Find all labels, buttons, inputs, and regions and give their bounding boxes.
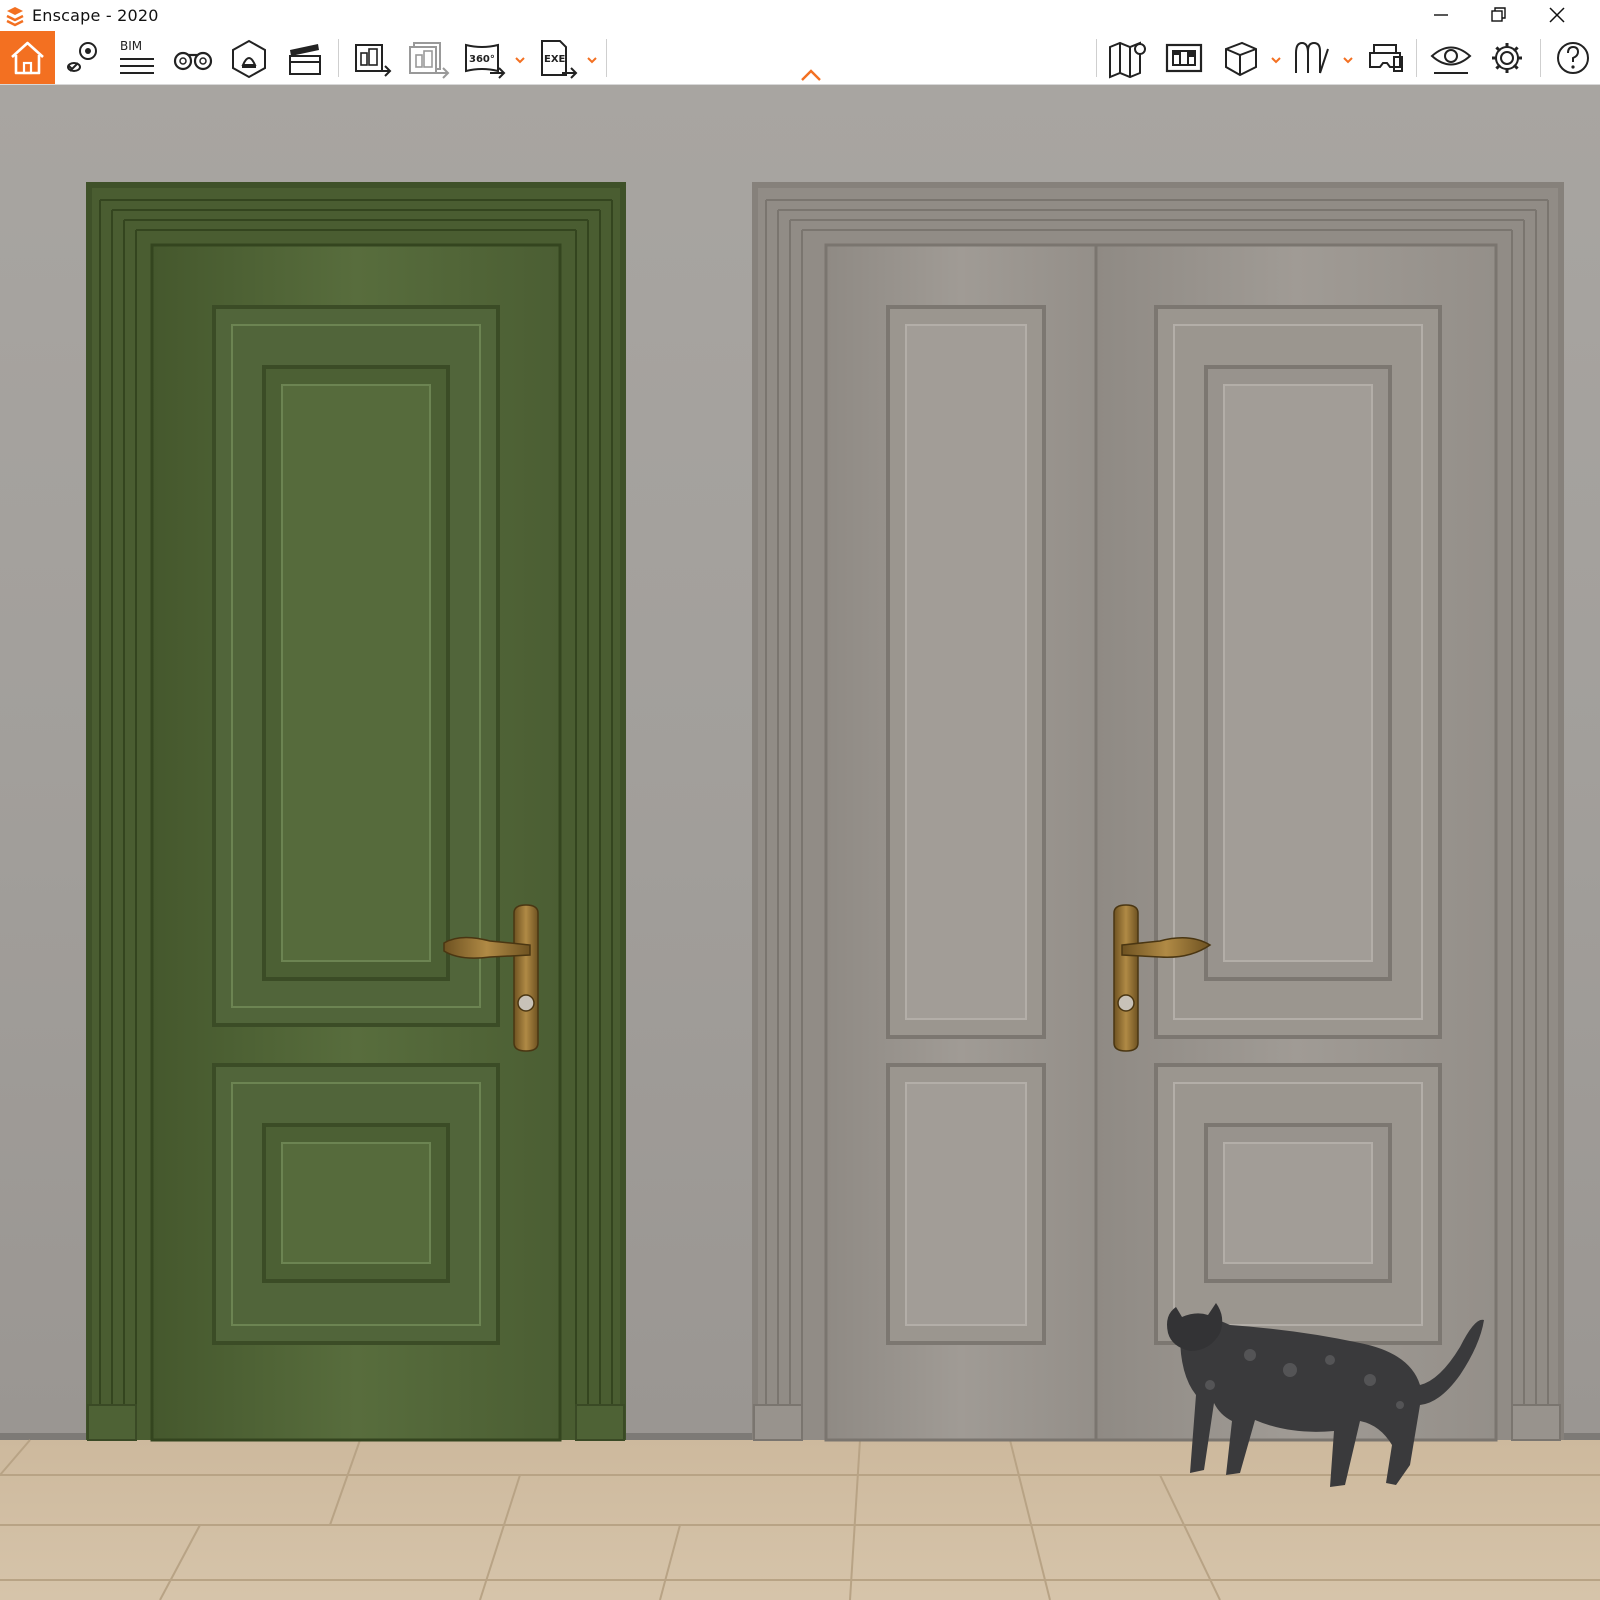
panorama-button[interactable]: 360° [460,31,510,84]
asset-dropdown[interactable] [1340,31,1356,84]
object-button[interactable] [1216,31,1266,84]
toolbar-separator [1540,39,1541,77]
toolbar-separator [338,39,339,77]
chevron-down-icon [1343,57,1353,64]
help-icon [1557,42,1589,74]
bim-button[interactable]: BIM [112,31,162,84]
grey-double-door [752,182,1564,1442]
restore-icon [1491,7,1506,22]
chevron-down-icon [515,57,525,64]
light-view-button[interactable] [224,31,274,84]
chevron-up-icon [801,69,821,81]
title-bar: Enscape - 2020 [0,0,1600,31]
light-view-icon [232,39,266,79]
home-button[interactable] [0,31,55,84]
floor [0,1440,1600,1600]
chevron-down-icon [1271,57,1281,64]
toolbar: BIM 360° EXE [0,31,1600,85]
batch-render-button[interactable] [404,31,454,84]
restore-button[interactable] [1470,0,1528,31]
walk-fly-mode-button[interactable] [168,31,218,84]
green-single-door [86,182,626,1442]
help-button[interactable] [1548,31,1598,84]
panorama-label: 360° [469,54,495,65]
asset-library-icon [1295,41,1329,74]
enscape-logo-icon [6,7,24,27]
scene-canvas [0,85,1600,1600]
toolbar-separator [606,39,607,77]
home-icon [11,41,44,75]
enscape-window: Enscape - 2020 BIM 360° EXE [0,0,1600,1600]
cube-icon [1225,41,1257,77]
chevron-down-icon [587,57,597,64]
location-pin-icon [67,42,97,72]
export-exe-icon: EXE [541,40,578,79]
camera-position-button[interactable] [60,31,108,84]
vr-headset-icon [1369,44,1403,72]
toolbar-separator [1416,39,1417,77]
video-editor-button[interactable] [280,31,330,84]
vr-headset-button[interactable] [1360,31,1410,84]
close-icon [1549,7,1565,23]
render-image-button[interactable] [348,31,398,84]
binoculars-icon [173,51,213,71]
view-management-icon [1165,43,1203,73]
export-exe-button[interactable]: EXE [532,31,582,84]
view-management-button[interactable] [1160,31,1210,84]
collapse-toolbar-button[interactable] [796,31,826,84]
bim-label: BIM [120,39,143,53]
render-viewport[interactable]: ID:830899958 [0,85,1600,1600]
exe-label: EXE [544,54,566,65]
panorama-dropdown[interactable] [512,31,528,84]
render-image-icon [355,44,392,77]
toolbar-separator [1096,39,1097,77]
settings-button[interactable] [1482,31,1532,84]
panorama-360-icon: 360° [465,43,506,79]
gear-icon [1492,43,1522,73]
map-icon [1109,41,1146,79]
eye-icon [1430,46,1472,74]
window-title: Enscape - 2020 [32,6,159,25]
map-button[interactable] [1104,31,1154,84]
minimize-button[interactable] [1412,0,1470,31]
asset-library-button[interactable] [1288,31,1338,84]
minimize-icon [1434,14,1448,16]
video-clapper-icon [289,44,321,75]
export-dropdown[interactable] [584,31,600,84]
object-dropdown[interactable] [1268,31,1284,84]
visual-settings-button[interactable] [1426,31,1476,84]
batch-render-icon [409,42,450,79]
close-button[interactable] [1528,0,1586,31]
